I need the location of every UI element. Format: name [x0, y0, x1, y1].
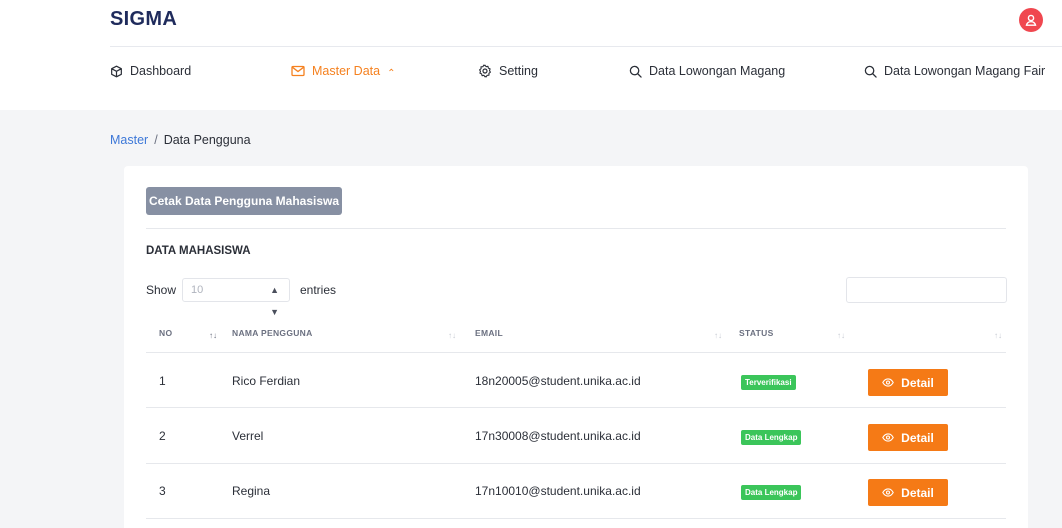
- column-header-nama-pengguna[interactable]: NAMA PENGGUNA: [232, 328, 313, 338]
- print-students-button[interactable]: Cetak Data Pengguna Mahasiswa: [146, 187, 342, 215]
- row-divider: [146, 518, 1006, 519]
- search-icon: [629, 65, 642, 78]
- cell-no: 1: [159, 374, 166, 388]
- nav-label-data-lowongan-magang-fair: Data Lowongan Magang Fair: [884, 64, 1046, 78]
- column-header-no[interactable]: NO: [159, 328, 172, 338]
- sort-icon[interactable]: ↑↓: [448, 331, 456, 340]
- sort-asc-icon[interactable]: ↑↓: [209, 331, 217, 340]
- entries-select[interactable]: 10 ▲ ▼: [182, 278, 290, 317]
- entries-label: entries: [300, 283, 337, 297]
- sort-icon[interactable]: ↑↓: [837, 331, 845, 340]
- detail-button-label: Detail: [901, 485, 934, 500]
- row-divider: [146, 463, 1006, 464]
- detail-button-label: Detail: [901, 430, 934, 445]
- status-badge: Data Lengkap: [741, 430, 802, 445]
- detail-button[interactable]: Detail: [868, 479, 948, 506]
- nav-label-master-data: Master Data: [312, 64, 381, 78]
- nav-item-setting[interactable]: Setting: [478, 64, 538, 78]
- cell-email: 17n30008@student.unika.ac.id: [475, 429, 641, 443]
- nav-label-setting: Setting: [499, 64, 538, 78]
- chevron-up-icon: ⌃: [387, 67, 396, 79]
- cell-no: 3: [159, 484, 166, 498]
- user-avatar[interactable]: [1019, 8, 1043, 32]
- mail-icon: [291, 65, 305, 77]
- entries-select-value: 10: [191, 284, 204, 296]
- eye-icon: [882, 488, 894, 497]
- eye-icon: [882, 433, 894, 442]
- card-divider: [146, 228, 1006, 229]
- nav-item-data-lowongan-magang[interactable]: Data Lowongan Magang: [629, 64, 785, 78]
- cube-icon: [111, 65, 122, 77]
- breadcrumb: Master / Data Pengguna: [110, 133, 251, 147]
- sort-icon[interactable]: ↑↓: [714, 331, 722, 340]
- table-search-input[interactable]: [846, 277, 1007, 303]
- main-nav: Dashboard Master Data ⌃ Setting Data Low…: [0, 64, 1062, 84]
- detail-button[interactable]: Detail: [868, 424, 948, 451]
- data-card: Cetak Data Pengguna Mahasiswa DATA MAHAS…: [124, 166, 1028, 528]
- cell-name: Verrel: [232, 429, 264, 443]
- nav-item-data-lowongan-magang-fair[interactable]: Data Lowongan Magang Fair: [864, 64, 1045, 78]
- nav-label-dashboard: Dashboard: [130, 64, 192, 78]
- select-arrows-icon: ▲ ▼: [270, 285, 279, 317]
- detail-button[interactable]: Detail: [868, 369, 948, 396]
- cell-email: 18n20005@student.unika.ac.id: [475, 374, 641, 388]
- sort-icon[interactable]: ↑↓: [994, 331, 1002, 340]
- cell-name: Regina: [232, 484, 271, 498]
- status-badge: Terverifikasi: [741, 375, 796, 390]
- show-label: Show: [146, 283, 177, 297]
- navbar-divider: [110, 46, 1062, 47]
- cell-no: 2: [159, 429, 166, 443]
- header-row-divider: [146, 352, 1006, 353]
- nav-item-master-data[interactable]: Master Data ⌃: [291, 64, 396, 79]
- nav-item-dashboard[interactable]: Dashboard: [110, 64, 191, 78]
- nav-label-data-lowongan-magang: Data Lowongan Magang: [649, 64, 786, 78]
- eye-icon: [882, 378, 894, 387]
- brand-logo[interactable]: SIGMA: [110, 8, 177, 31]
- column-header-status[interactable]: STATUS: [739, 328, 774, 338]
- section-title: DATA MAHASISWA: [146, 245, 251, 257]
- row-divider: [146, 407, 1006, 408]
- user-icon: [1025, 14, 1037, 26]
- gear-icon: [479, 64, 491, 78]
- breadcrumb-current: Data Pengguna: [163, 133, 251, 147]
- column-header-email[interactable]: EMAIL: [475, 328, 503, 338]
- status-badge: Data Lengkap: [741, 485, 802, 500]
- breadcrumb-separator: /: [154, 133, 158, 147]
- search-icon: [864, 65, 877, 78]
- cell-name: Rico Ferdian: [232, 374, 301, 388]
- breadcrumb-master-link[interactable]: Master: [110, 133, 148, 147]
- cell-email: 17n10010@student.unika.ac.id: [475, 484, 641, 498]
- detail-button-label: Detail: [901, 375, 934, 390]
- top-navbar: SIGMA Dashboard Master Data ⌃ Setting Da…: [0, 0, 1062, 110]
